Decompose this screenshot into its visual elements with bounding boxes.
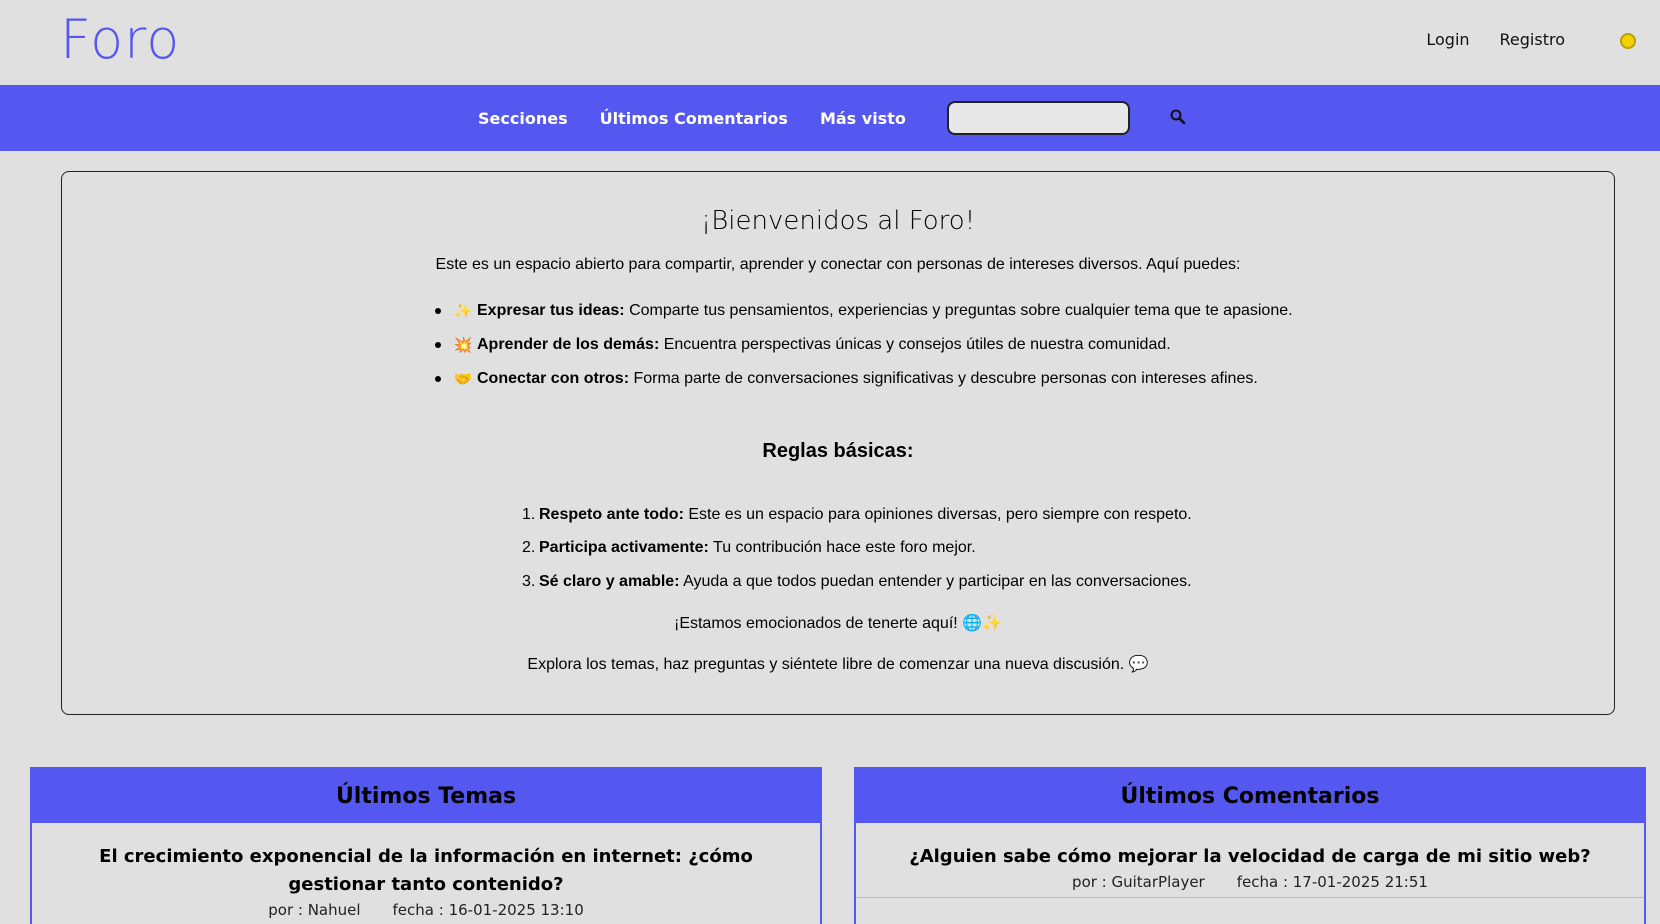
list-item: ¿Alguien sabe cómo mejorar la velocidad … xyxy=(856,843,1644,898)
nav-menu: Secciones Últimos Comentarios Más visto xyxy=(478,109,906,128)
rule-text: Este es un espacio para opiniones divers… xyxy=(683,505,1192,523)
register-link[interactable]: Registro xyxy=(1500,30,1565,49)
list-item: El crecimiento exponencial de la informa… xyxy=(32,843,820,924)
collision-icon: 💥 xyxy=(453,337,473,354)
feature-label: Aprender de los demás: xyxy=(477,336,660,353)
welcome-intro: Este es un espacio abierto para comparti… xyxy=(435,256,1241,273)
comment-date: fecha : 17-01-2025 21:51 xyxy=(1236,873,1428,891)
feature-label: Expresar tus ideas: xyxy=(477,302,625,319)
latest-topics-panel: Últimos Temas El crecimiento exponencial… xyxy=(30,767,822,924)
latest-comments-title: Últimos Comentarios xyxy=(856,769,1644,823)
list-item: ✨ Expresar tus ideas: Comparte tus pensa… xyxy=(435,294,1293,328)
theme-toggle-icon[interactable] xyxy=(1620,33,1636,49)
list-item: 3. Sé claro y amable: Ayuda a que todos … xyxy=(522,565,1192,599)
sparkles-icon: ✨ xyxy=(453,303,473,320)
nav-item-mas-visto[interactable]: Más visto xyxy=(820,109,906,128)
latest-topics-title: Últimos Temas xyxy=(32,769,820,823)
login-link[interactable]: Login xyxy=(1426,30,1469,49)
rule-label: Sé claro y amable: xyxy=(539,572,680,590)
rule-label: Participa activamente: xyxy=(539,539,709,557)
list-item: 🤝 Conectar con otros: Forma parte de con… xyxy=(435,362,1293,396)
search-icon[interactable] xyxy=(1168,107,1190,129)
latest-comments-panel: Últimos Comentarios ¿Alguien sabe cómo m… xyxy=(854,767,1646,924)
search-input[interactable] xyxy=(947,101,1130,135)
rule-number: 2. xyxy=(522,539,536,557)
explore-message: Explora los temas, haz preguntas y siént… xyxy=(527,656,1149,673)
nav-item-secciones[interactable]: Secciones xyxy=(478,109,568,128)
list-item: 1. Respeto ante todo: Este es un espacio… xyxy=(522,498,1192,532)
rules-list: 1. Respeto ante todo: Este es un espacio… xyxy=(522,498,1192,599)
rule-number: 1. xyxy=(522,505,536,523)
site-logo[interactable]: Foro xyxy=(60,8,180,72)
comment-title-link[interactable]: ¿Alguien sabe cómo mejorar la velocidad … xyxy=(876,843,1624,871)
feature-label: Conectar con otros: xyxy=(477,370,630,387)
topic-date: fecha : 16-01-2025 13:10 xyxy=(392,901,584,919)
rules-title: Reglas básicas: xyxy=(762,440,914,462)
top-header: Foro Login Registro xyxy=(0,0,1660,85)
topic-meta: por : Nahuel fecha : 16-01-2025 13:10 xyxy=(52,901,800,924)
excited-message: ¡Estamos emocionados de tenerte aquí! 🌐✨ xyxy=(673,615,1002,632)
list-item: 2. Participa activamente: Tu contribució… xyxy=(522,532,1192,566)
rule-text: Ayuda a que todos puedan entender y part… xyxy=(679,572,1192,590)
welcome-features: ✨ Expresar tus ideas: Comparte tus pensa… xyxy=(435,294,1293,396)
welcome-title: ¡Bienvenidos al Foro! xyxy=(700,206,976,236)
auth-links: Login Registro xyxy=(1426,30,1565,49)
rule-text: Tu contribución hace este foro mejor. xyxy=(708,539,976,557)
feature-text: Forma parte de conversaciones significat… xyxy=(629,370,1258,387)
feature-text: Comparte tus pensamientos, experiencias … xyxy=(624,302,1293,319)
topic-title-link[interactable]: El crecimiento exponencial de la informa… xyxy=(52,843,800,899)
welcome-box: ¡Bienvenidos al Foro! Este es un espacio… xyxy=(61,171,1615,715)
comment-meta: por : GuitarPlayer fecha : 17-01-2025 21… xyxy=(876,873,1624,897)
feature-text: Encuentra perspectivas únicas y consejos… xyxy=(659,336,1171,353)
comment-author: por : GuitarPlayer xyxy=(1072,873,1205,891)
rule-label: Respeto ante todo: xyxy=(539,505,684,523)
topic-author: por : Nahuel xyxy=(268,901,361,919)
main-navbar: Secciones Últimos Comentarios Más visto xyxy=(0,85,1660,151)
list-item: 💥 Aprender de los demás: Encuentra persp… xyxy=(435,328,1293,362)
rule-number: 3. xyxy=(522,572,536,590)
nav-item-ultimos-comentarios[interactable]: Últimos Comentarios xyxy=(600,109,788,128)
handshake-icon: 🤝 xyxy=(453,371,473,388)
